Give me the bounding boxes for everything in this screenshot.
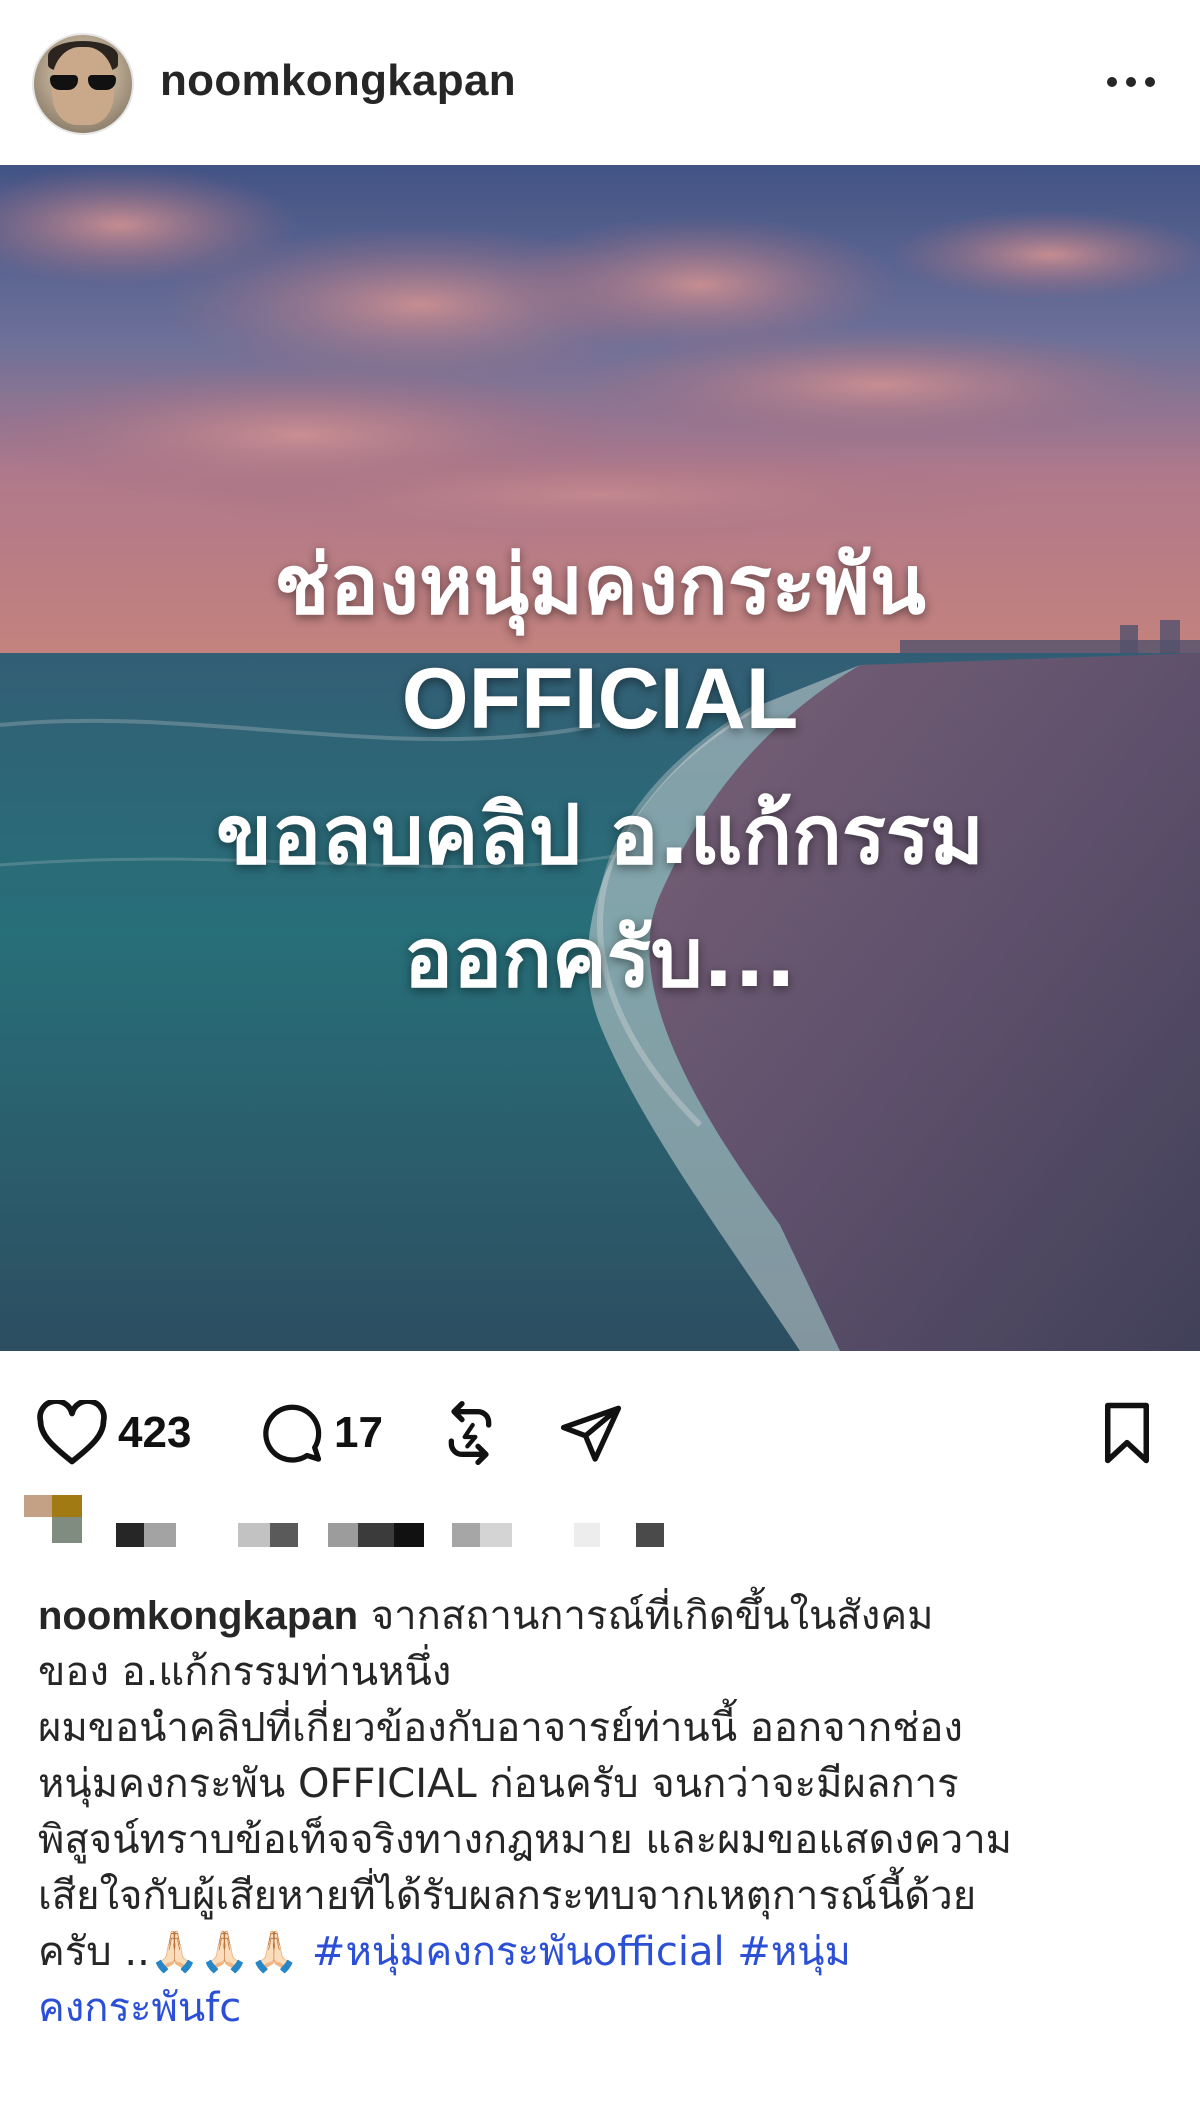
post-image[interactable]: ช่องหนุ่มคงกระพัน OFFICIAL ขอลบคลิป อ.แก… (0, 165, 1200, 1351)
beach-sunset-background (0, 165, 1200, 1351)
repost-icon (448, 1401, 492, 1465)
like-count[interactable]: 423 (118, 1408, 191, 1458)
comment-count[interactable]: 17 (334, 1408, 383, 1458)
bookmark-icon (1105, 1402, 1149, 1464)
caption-line-7: ครับ ..🙏🏻🙏🏻🙏🏻 #หนุ่มคงกระพันofficial #หน… (38, 1924, 1168, 1980)
overlay-title-line-3: ขอลบคลิป อ.แก้กรรม (216, 788, 984, 883)
hashtag-link-2-part-2[interactable]: คงกระพันfc (38, 1985, 241, 2031)
caption-username[interactable]: noomkongkapan (38, 1594, 358, 1638)
caption-line-5: พิสูจน์ทราบข้อเท็จจริงทางกฎหมาย และผมขอแ… (38, 1817, 1013, 1863)
caption-line-1: noomkongkapan จากสถานการณ์ที่เกิดขึ้นในส… (38, 1588, 1168, 1644)
profile-avatar[interactable] (32, 33, 134, 135)
post-caption: noomkongkapan จากสถานการณ์ที่เกิดขึ้นในส… (38, 1588, 1168, 2036)
post-action-bar: 423 17 (0, 1351, 1200, 1501)
more-options-icon[interactable] (1107, 77, 1155, 87)
caption-line-4: หนุ่มคงกระพัน OFFICIAL ก่อนครับ จนกว่าจะ… (38, 1761, 959, 1807)
save-button[interactable] (1096, 1397, 1158, 1469)
repost-button[interactable] (438, 1397, 502, 1469)
comment-icon (263, 1404, 322, 1463)
hashtag-link-1[interactable]: #หนุ่มคงกระพันofficial (312, 1929, 725, 1975)
caption-line-6: เสียใจกับผู้เสียหายที่ได้รับผลกระทบจากเห… (38, 1873, 977, 1919)
like-button[interactable]: 423 (36, 1397, 191, 1469)
avatar-sunglasses (50, 75, 116, 91)
praying-hands-emoji: 🙏🏻🙏🏻🙏🏻 (149, 1929, 300, 1975)
share-button[interactable] (556, 1397, 626, 1469)
post-header: noomkongkapan (0, 0, 1200, 165)
overlay-title-line-2: OFFICIAL (401, 651, 799, 747)
liked-by-censored[interactable] (0, 1495, 1200, 1570)
caption-line-8: คงกระพันfc (38, 1980, 1168, 2036)
comment-button[interactable]: 17 (258, 1397, 383, 1469)
hashtag-link-2-part-1[interactable]: #หนุ่ม (737, 1929, 851, 1975)
share-icon (560, 1405, 622, 1462)
caption-line-3: ผมขอนำคลิปที่เกี่ยวข้องกับอาจารย์ท่านนี้… (38, 1705, 963, 1751)
overlay-title-line-1: ช่องหนุ่มคงกระพัน (274, 538, 926, 633)
heart-icon (37, 1400, 107, 1465)
post-username[interactable]: noomkongkapan (160, 56, 516, 106)
caption-text-7: ครับ .. (38, 1929, 150, 1975)
caption-text-1: จากสถานการณ์ที่เกิดขึ้นในสังคม (358, 1593, 934, 1639)
overlay-title-line-4: ออกครับ... (403, 911, 797, 1006)
caption-line-2: ของ อ.แก้กรรมท่านหนึ่ง (38, 1649, 452, 1695)
